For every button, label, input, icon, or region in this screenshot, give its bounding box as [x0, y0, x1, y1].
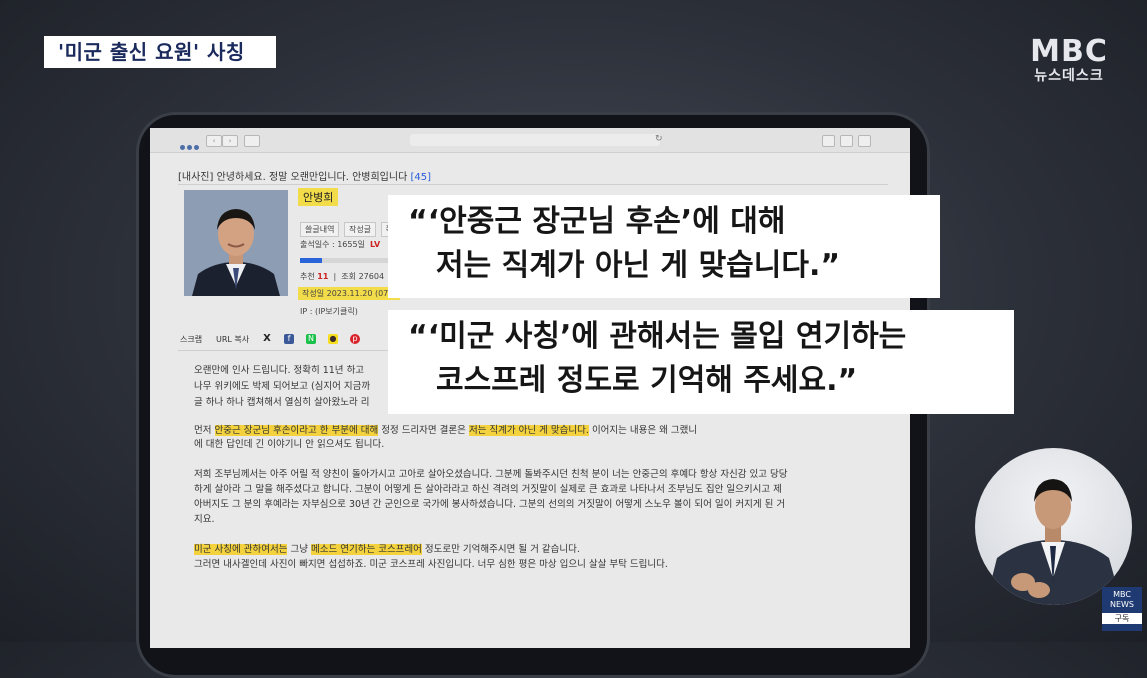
sign-language-interpreter	[975, 448, 1132, 605]
caption-tag: '미군 출신 요원' 사칭	[44, 36, 276, 68]
body-line: 에 대한 답인데 긴 이야기니 안 읽으셔도 됩니다.	[194, 439, 385, 450]
ip-info[interactable]: IP : (IP보기클릭)	[300, 306, 358, 317]
subscribe-button[interactable]: 구독	[1102, 613, 1142, 624]
quote-line: “‘미군 사칭’에 관해서는 몰입 연기하는	[408, 319, 907, 354]
divider	[178, 184, 888, 185]
views-count: 27604	[358, 272, 385, 281]
kakao-share-icon[interactable]: ●	[328, 334, 338, 344]
refresh-icon[interactable]: ↻	[655, 134, 663, 144]
body-line-highlighted: 먼저 안중근 장군님 후손이라고 한 부분에 대해 정정 드리자면 결론은 저는…	[194, 422, 697, 436]
person-portrait-icon	[184, 190, 288, 296]
highlight-descendant: 안중근 장군님 후손이라고 한 부분에 대해	[214, 425, 379, 436]
highlight-cosplay: 메소드 연기하는 코스프레어	[310, 544, 422, 555]
window-dots	[180, 135, 201, 154]
naver-share-icon[interactable]: N	[306, 334, 316, 344]
body-line: 저희 조부님께서는 아주 어릴 적 양친이 돌아가시고 고아로 살아오셨습니다.…	[194, 469, 788, 480]
post-counts: 추천 11 | 조회 27604 L	[300, 271, 399, 282]
quote-line: “‘안중근 장군님 후손’에 대해	[408, 204, 786, 239]
pinterest-share-icon[interactable]: p	[350, 334, 360, 344]
browser-toolbar: ‹ › ↻	[150, 128, 910, 153]
author-name-badge[interactable]: 안병희	[298, 188, 339, 206]
highlight-impersonation: 미군 사칭에 관하여서는	[194, 544, 288, 555]
level-progress-bar	[300, 258, 390, 263]
author-photo	[184, 190, 288, 296]
body-line: 그러면 내사겔인데 사진이 빠지면 섭섭하죠. 미군 코스프레 사진입니다. 너…	[194, 559, 668, 570]
body-line: 지요.	[194, 514, 215, 525]
facebook-share-icon[interactable]: f	[284, 334, 294, 344]
body-line: 아버지도 그 분의 후예라는 자부심으로 30년 간 군인으로 국가에 봉사하셨…	[194, 499, 786, 510]
mbc-newsdesk-logo: MBC 뉴스데스크	[1024, 34, 1114, 85]
corner-news: NEWS	[1109, 600, 1135, 609]
body-text-segment: 그냥	[287, 544, 311, 555]
back-button[interactable]: ‹	[206, 135, 222, 147]
attendance-info: 출석일수 : 1655일 LV	[300, 239, 380, 250]
post-date: 작성일 2023.11.20 (07:2	[298, 287, 401, 300]
body-line: 하게 살아라 그 말을 해주셨다고 합니다. 그분이 어떻게 든 살아라라고 하…	[194, 484, 782, 495]
address-bar[interactable]	[410, 134, 660, 146]
logo-newsdesk: 뉴스데스크	[1034, 68, 1104, 84]
url-copy-button[interactable]: URL 복사	[216, 334, 249, 345]
views-label: 조회	[341, 272, 357, 281]
post-title: [내사진] 안녕하세요. 정말 오랜만입니다. 안병희입니다 [45]	[178, 168, 431, 183]
quote-box-descendant: “‘안중근 장군님 후손’에 대해 저는 직계가 아닌 게 맞습니다.”	[388, 195, 940, 298]
download-icon[interactable]	[822, 135, 835, 147]
recommend-count: 11	[317, 272, 329, 281]
recommend-label: 추천	[300, 272, 315, 281]
mbc-news-subscribe[interactable]: MBC NEWS 구독	[1102, 587, 1142, 631]
highlight-not-direct: 저는 직계가 아닌 게 맞습니다.	[468, 425, 589, 436]
scrap-button[interactable]: 스크랩	[180, 334, 202, 345]
body-line: 글 하나 하나 캡쳐해서 열심히 살아왔노라 리	[194, 397, 370, 408]
body-line: 나무 위키에도 박제 되어보고 (심지어 지금까	[194, 381, 371, 392]
quote-box-impersonation: “‘미군 사칭’에 관해서는 몰입 연기하는 코스프레 정도로 기억해 주세요.…	[388, 310, 1014, 414]
body-text-segment: 정도로만 기억해주시면 될 거 같습니다.	[421, 544, 580, 555]
body-line: 오랜만에 인사 드립니다. 정확히 11년 하고	[194, 365, 365, 376]
body-text-segment: 이어지는 내용은 왜 그랬니	[588, 425, 698, 436]
body-text-segment: 먼저	[194, 425, 215, 436]
tabs-icon[interactable]	[858, 135, 871, 147]
quote-line: 코스프레 정도로 기억해 주세요.”	[436, 363, 858, 398]
share-icon[interactable]	[840, 135, 853, 147]
corner-brand: MBC	[1113, 590, 1131, 599]
level-badge: LV	[370, 240, 381, 249]
forward-button[interactable]: ›	[222, 135, 238, 147]
interpreter-figure-icon	[985, 479, 1122, 605]
sidebar-button[interactable]	[244, 135, 260, 147]
attendance-text: 출석일수 : 1655일	[300, 240, 365, 249]
body-text-segment: 정정 드리자면 결론은	[378, 425, 469, 436]
stat-button-posts[interactable]: 작성글	[344, 222, 377, 237]
quote-line: 저는 직계가 아닌 게 맞습니다.”	[436, 248, 841, 283]
stat-button-comments[interactable]: 쓸글내역	[300, 222, 340, 237]
body-line-highlighted: 미군 사칭에 관하여서는 그냥 메소드 연기하는 코스프레어 정도로만 기억해주…	[194, 541, 580, 555]
comment-count[interactable]: [45]	[410, 172, 431, 183]
logo-mbc: MBC	[1030, 34, 1108, 69]
post-title-text: [내사진] 안녕하세요. 정말 오랜만입니다. 안병희입니다	[178, 172, 408, 183]
x-share-icon[interactable]: X	[262, 334, 272, 344]
